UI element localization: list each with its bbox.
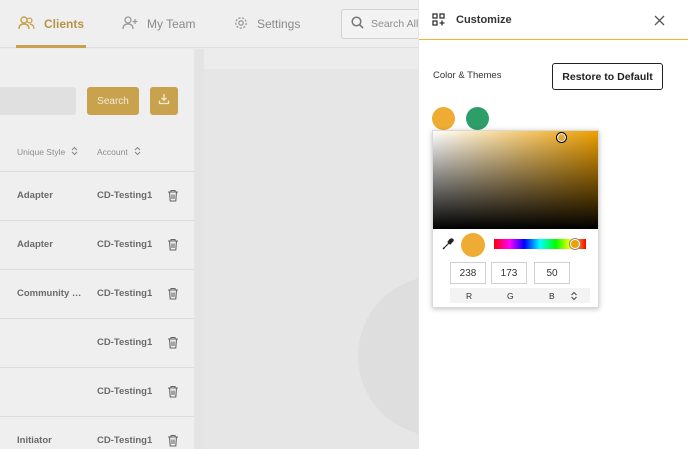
nav-my-team-label: My Team: [147, 17, 196, 31]
users-icon: [18, 15, 35, 33]
table-row[interactable]: Adapter CD-Testing1: [0, 220, 194, 269]
table-row[interactable]: Initiator CD-Testing1: [0, 416, 194, 449]
cell-account: CD-Testing1: [97, 435, 153, 446]
nav-clients[interactable]: Clients: [15, 0, 87, 48]
add-user-icon: [122, 15, 138, 33]
column-header-label: Account: [97, 147, 128, 157]
sort-icon: [134, 146, 141, 158]
green-label: G: [507, 291, 514, 301]
close-icon[interactable]: [651, 12, 667, 28]
nav-settings[interactable]: Settings: [234, 0, 300, 48]
cell-unique-style: Adapter: [17, 239, 53, 250]
panel-title: Customize: [456, 14, 512, 26]
trash-icon[interactable]: [167, 336, 179, 354]
red-value-input[interactable]: [450, 262, 486, 284]
cell-account: CD-Testing1: [97, 190, 153, 201]
hue-slider-handle[interactable]: [570, 239, 580, 249]
eyedropper-icon[interactable]: [442, 237, 454, 255]
trash-icon[interactable]: [167, 287, 179, 305]
cell-account: CD-Testing1: [97, 288, 153, 299]
cell-unique-style: Community B...: [17, 288, 85, 299]
table-row[interactable]: CD-Testing1: [0, 367, 194, 416]
table-row[interactable]: CD-Testing1: [0, 318, 194, 367]
cell-account: CD-Testing1: [97, 337, 153, 348]
restore-default-button[interactable]: Restore to Default: [552, 63, 663, 90]
trash-icon[interactable]: [167, 189, 179, 207]
customize-panel: Customize Color & Themes Restore to Defa…: [418, 0, 688, 449]
trash-icon[interactable]: [167, 434, 179, 449]
green-value-input[interactable]: [491, 262, 527, 284]
saturation-handle[interactable]: [556, 132, 567, 143]
blue-value-input[interactable]: [534, 262, 570, 284]
color-mode-toggle-icon[interactable]: [570, 289, 584, 302]
column-header-unique-style[interactable]: Unique Style: [17, 146, 78, 158]
filter-input[interactable]: [0, 87, 76, 115]
table-row[interactable]: Community B... CD-Testing1: [0, 269, 194, 318]
gear-icon: [234, 16, 248, 33]
table-row[interactable]: Adapter CD-Testing1: [0, 171, 194, 220]
column-header-label: Unique Style: [17, 147, 66, 157]
cell-unique-style: Initiator: [17, 435, 52, 446]
download-icon: [158, 92, 170, 110]
search-icon: [351, 16, 364, 32]
rgb-labels-bar: R G B: [450, 288, 590, 303]
nav-settings-label: Settings: [257, 17, 301, 31]
blue-label: B: [549, 291, 555, 301]
trash-icon[interactable]: [167, 238, 179, 256]
nav-clients-label: Clients: [44, 17, 85, 31]
grid-customize-icon: [432, 13, 445, 31]
selected-color-preview: [461, 233, 485, 257]
nav-my-team[interactable]: My Team: [122, 0, 195, 48]
trash-icon[interactable]: [167, 385, 179, 403]
saturation-value-area[interactable]: [433, 131, 598, 229]
red-label: R: [466, 291, 473, 301]
color-swatch-secondary[interactable]: [466, 107, 489, 130]
export-button[interactable]: [150, 87, 178, 115]
color-picker-popover: R G B: [432, 130, 599, 308]
panel-header: Customize: [419, 0, 688, 40]
cell-account: CD-Testing1: [97, 239, 153, 250]
search-button[interactable]: Search: [87, 87, 139, 115]
pane-divider: [194, 49, 204, 449]
cell-account: CD-Testing1: [97, 386, 153, 397]
color-swatch-primary[interactable]: [432, 107, 455, 130]
color-themes-label: Color & Themes: [433, 70, 502, 81]
cell-unique-style: Adapter: [17, 190, 53, 201]
column-header-account[interactable]: Account: [97, 146, 141, 158]
sort-icon: [71, 146, 78, 158]
